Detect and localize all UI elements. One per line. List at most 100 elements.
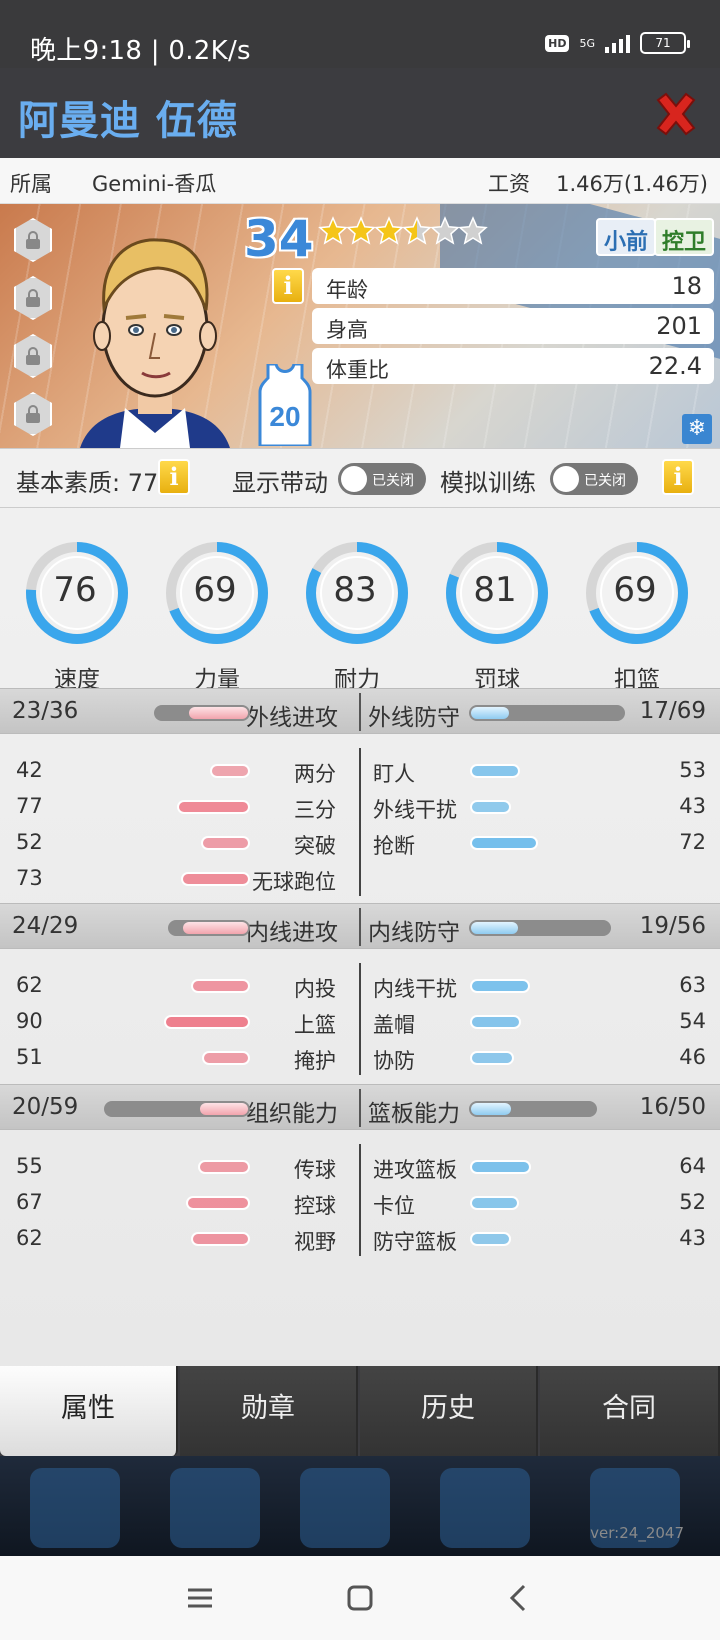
section-left-name: 内线进攻 — [246, 920, 338, 946]
stat-bar — [470, 1232, 511, 1246]
tab-history[interactable]: 历史 — [360, 1366, 538, 1456]
badge-slot-1-locked[interactable] — [14, 218, 52, 262]
toggle-state: 已关闭 — [584, 473, 626, 489]
attr-weight-label: 体重比 — [326, 358, 389, 382]
player-avatar — [80, 238, 230, 448]
badge-slot-4-locked[interactable] — [14, 392, 52, 436]
home-icon[interactable] — [344, 1582, 376, 1614]
stat-label: 协防 — [373, 1049, 415, 1073]
section-divider — [359, 908, 361, 946]
player-name: 阿曼迪 伍德 — [18, 98, 238, 144]
tab-bar: 属性 勋章 历史 合同 — [0, 1366, 720, 1456]
star-icon — [430, 216, 460, 245]
section-divider — [359, 693, 361, 731]
dial-value: 76 — [53, 570, 97, 610]
section-header: 24/29 内线进攻 内线防守 19/56 — [0, 903, 720, 949]
dial-value: 83 — [333, 570, 377, 610]
section-left-name: 外线进攻 — [246, 705, 338, 731]
player-card: 所属 Gemini-香瓜 工资 1.46万(1.46万) 34 小前 控卫 i … — [0, 158, 720, 1370]
badge-slot-3-locked[interactable] — [14, 334, 52, 378]
stat-value: 63 — [679, 973, 706, 997]
section-right-total: 17/69 — [639, 698, 706, 724]
basic-quality-row: 基本素质: 77 i 显示带动 已关闭 模拟训练 已关闭 i — [0, 448, 720, 508]
star-icon — [458, 216, 488, 245]
section-right-name: 外线防守 — [368, 705, 460, 731]
section-right-total: 19/56 — [639, 913, 706, 939]
sim-train-label: 模拟训练 — [440, 469, 536, 497]
lock-icon — [26, 405, 40, 423]
dial-2: 69 力量 — [162, 540, 272, 694]
lock-icon — [26, 347, 40, 365]
lock-icon — [26, 289, 40, 307]
star-icon — [402, 216, 432, 245]
stat-row-right: 卡位 52 — [0, 1184, 720, 1220]
app-root: { "status_bar": {"time": "晚上9:18 | 0.2K/… — [0, 0, 720, 1640]
stat-bar — [470, 800, 511, 814]
player-info-button[interactable]: i — [272, 268, 304, 304]
close-button[interactable] — [652, 90, 700, 138]
overall-rating: 34 — [244, 210, 314, 268]
menu-blob — [440, 1468, 530, 1548]
section-left-total: 24/29 — [12, 913, 79, 939]
signal-icon — [605, 33, 630, 53]
menu-blob — [170, 1468, 260, 1548]
progress-fill — [189, 707, 248, 719]
jersey-number: 20 — [269, 401, 300, 432]
stat-value: 53 — [679, 758, 706, 782]
section-right-progress — [469, 920, 611, 936]
toggle-state: 已关闭 — [372, 473, 414, 489]
basic-quality-label: 基本素质: 77 — [16, 469, 159, 497]
section-left-progress — [154, 705, 250, 721]
network-type: 5G — [579, 36, 595, 50]
progress-fill — [471, 922, 518, 934]
section-left-progress — [168, 920, 250, 936]
battery-level: 71 — [655, 36, 671, 50]
progress-fill — [183, 922, 248, 934]
attr-weight: 体重比 22.4 — [312, 348, 714, 384]
stat-value: 52 — [679, 1190, 706, 1214]
stat-row-right: 防守篮板 43 — [0, 1220, 720, 1256]
dial-3: 83 耐力 — [302, 540, 412, 694]
stat-row-right: 抢断 72 — [0, 824, 720, 860]
stat-row-right: 进攻篮板 64 — [0, 1148, 720, 1184]
attr-age: 年龄 18 — [312, 268, 714, 304]
stat-row-right: 盯人 53 — [0, 752, 720, 788]
status-time: 晚上9:18 | 0.2K/s — [30, 36, 251, 66]
menu-icon[interactable] — [184, 1582, 216, 1614]
attr-age-value: 18 — [671, 272, 702, 300]
position-sf-badge: 小前 — [596, 218, 657, 256]
snowflake-icon[interactable]: ❄ — [682, 414, 712, 444]
attr-height: 身高 201 — [312, 308, 714, 344]
sim-info-button[interactable]: i — [662, 459, 694, 495]
stat-label: 防守篮板 — [373, 1230, 457, 1254]
progress-fill — [200, 1103, 248, 1115]
stat-bar — [470, 764, 520, 778]
toggle-knob — [553, 466, 579, 492]
star-rating — [318, 216, 488, 246]
dial-value: 69 — [613, 570, 657, 610]
badge-slot-2-locked[interactable] — [14, 276, 52, 320]
sim-train-toggle[interactable]: 已关闭 — [550, 463, 638, 495]
tab-badges[interactable]: 勋章 — [180, 1366, 358, 1456]
tab-contract[interactable]: 合同 — [540, 1366, 720, 1456]
section-divider — [359, 1089, 361, 1127]
back-icon[interactable] — [504, 1582, 536, 1614]
show-drive-label: 显示带动 — [232, 469, 328, 497]
progress-fill — [471, 1103, 511, 1115]
tab-attributes[interactable]: 属性 — [0, 1366, 178, 1456]
basic-info-button[interactable]: i — [158, 459, 190, 495]
section-left-progress — [104, 1101, 250, 1117]
stat-row-right: 协防 46 — [0, 1039, 720, 1075]
status-icons: HD 5G 71 — [545, 32, 690, 54]
dial-1: 76 速度 — [22, 540, 132, 694]
title-bar: 阿曼迪 伍德 — [0, 68, 720, 158]
stat-bar — [181, 872, 250, 886]
attr-height-label: 身高 — [326, 318, 368, 342]
stat-label: 盯人 — [373, 762, 415, 786]
stat-value: 72 — [679, 830, 706, 854]
section-left-total: 20/59 — [12, 1094, 79, 1120]
show-drive-toggle[interactable]: 已关闭 — [338, 463, 426, 495]
stat-label: 抢断 — [373, 834, 415, 858]
section-right-progress — [469, 1101, 597, 1117]
salary-value: 1.46万(1.46万) — [556, 172, 708, 196]
